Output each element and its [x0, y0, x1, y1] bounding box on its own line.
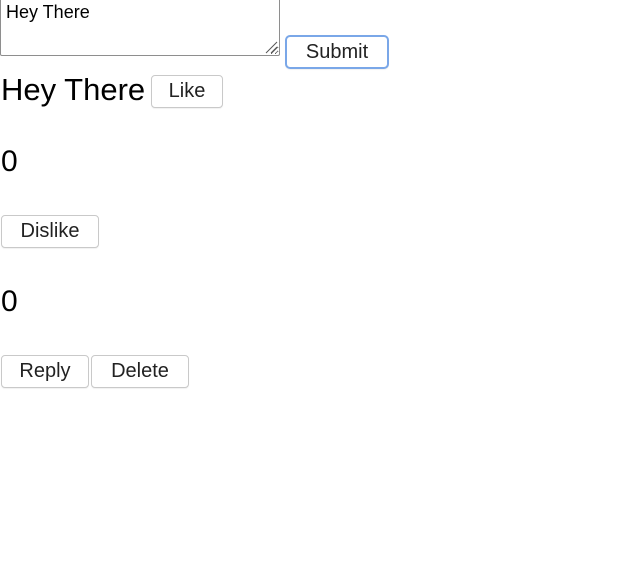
comment-text: Hey There [1, 72, 146, 107]
dislike-button[interactable]: Dislike [1, 215, 99, 248]
like-button[interactable]: Like [151, 75, 223, 108]
delete-button[interactable]: Delete [91, 355, 189, 388]
page: Submit Hey There Like 0 Dislike 0 Reply … [0, 0, 618, 562]
dislike-count: 0 [1, 285, 18, 318]
submit-button[interactable]: Submit [285, 35, 389, 69]
like-count: 0 [1, 145, 18, 178]
reply-button[interactable]: Reply [1, 355, 89, 388]
comment-input[interactable] [0, 0, 280, 56]
